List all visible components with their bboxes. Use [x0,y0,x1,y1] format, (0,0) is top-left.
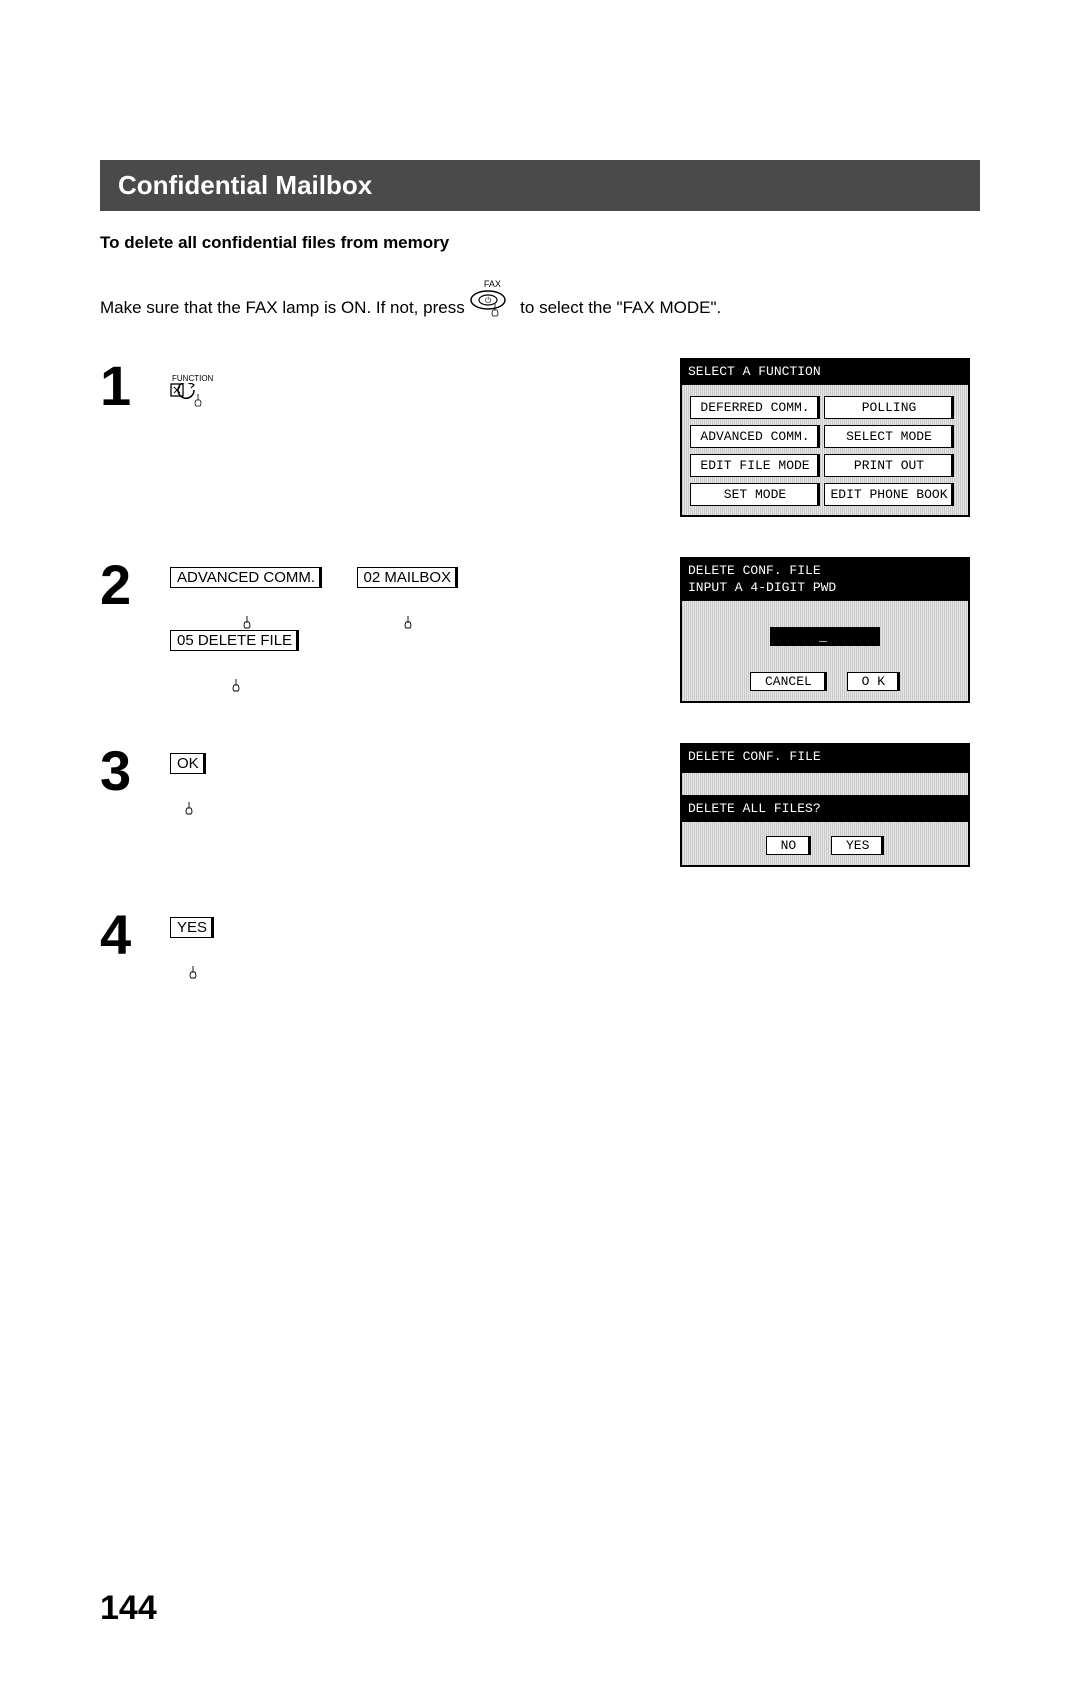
screen3-question: DELETE ALL FILES? [682,795,968,822]
fn-edit-phone-book[interactable]: EDIT PHONE BOOK [824,483,954,506]
step-number-2: 2 [100,557,170,613]
fn-polling[interactable]: POLLING [824,396,954,419]
fn-deferred-comm[interactable]: DEFERRED COMM. [690,396,820,419]
intro-line: Make sure that the FAX lamp is ON. If no… [100,275,980,318]
step-number-1: 1 [100,358,170,414]
page-number: 144 [100,1589,157,1628]
pwd-input-box[interactable]: _ [770,627,880,646]
screen2-line1: DELETE CONF. FILE [688,563,962,580]
screen-delete-all: DELETE CONF. FILE DELETE ALL FILES? NO Y… [680,743,970,867]
fn-advanced-comm[interactable]: ADVANCED COMM. [690,425,820,448]
title-bar: Confidential Mailbox [100,160,980,211]
step-number-3: 3 [100,743,170,799]
fn-edit-file-mode[interactable]: EDIT FILE MODE [690,454,820,477]
svg-text:⏻: ⏻ [485,296,492,305]
press-icon [404,616,422,630]
press-icon [232,679,250,693]
btn-02-mailbox[interactable]: 02 MAILBOX [357,567,459,588]
fax-button-icon[interactable]: ⏻ [469,302,515,321]
btn-advanced-comm[interactable]: ADVANCED COMM. [170,567,322,588]
press-icon [189,966,207,980]
fax-label: FAX [469,279,515,289]
btn-05-delete-file[interactable]: 05 DELETE FILE [170,630,299,651]
fn-print-out[interactable]: PRINT OUT [824,454,954,477]
step-number-4: 4 [100,907,170,963]
screen1-title: SELECT A FUNCTION [682,360,968,385]
subheading: To delete all confidential files from me… [100,233,980,253]
screen-select-function: SELECT A FUNCTION DEFERRED COMM.POLLING … [680,358,970,517]
btn-ok[interactable]: OK [170,753,206,774]
yes-button[interactable]: YES [831,836,884,855]
cancel-button[interactable]: CANCEL [750,672,827,691]
no-button[interactable]: NO [766,836,812,855]
function-button-icon[interactable]: FUNCTION [170,374,224,414]
intro-text-b: to select the "FAX MODE". [520,298,721,317]
screen2-line2: INPUT A 4-DIGIT PWD [688,580,962,597]
ok-button[interactable]: O K [847,672,900,691]
fn-set-mode[interactable]: SET MODE [690,483,820,506]
press-icon [185,802,203,816]
press-icon [243,616,261,630]
function-label: FUNCTION [172,374,224,383]
fn-select-mode[interactable]: SELECT MODE [824,425,954,448]
btn-yes[interactable]: YES [170,917,214,938]
screen-input-pwd: DELETE CONF. FILE INPUT A 4-DIGIT PWD _ … [680,557,970,703]
screen3-title: DELETE CONF. FILE [682,745,968,770]
intro-text-a: Make sure that the FAX lamp is ON. If no… [100,298,465,317]
